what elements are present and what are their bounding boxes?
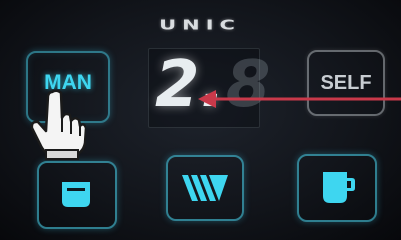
- small-cup-button[interactable]: [37, 161, 117, 229]
- brand-logo: UNIC: [159, 17, 241, 33]
- brew-stripes-icon: [182, 175, 228, 201]
- display-value-main: 2.: [155, 48, 226, 122]
- red-arrow-icon: [198, 90, 401, 108]
- brew-button[interactable]: [166, 155, 244, 221]
- display-value: 2.8: [155, 46, 271, 124]
- hand-pointer-icon: [30, 89, 86, 160]
- control-panel: UNIC MAN 2.8 SELF: [0, 0, 401, 240]
- display-value-dim: 8: [225, 48, 272, 122]
- large-cup-icon: [323, 172, 355, 203]
- large-cup-button[interactable]: [297, 154, 377, 222]
- small-cup-icon: [62, 182, 90, 207]
